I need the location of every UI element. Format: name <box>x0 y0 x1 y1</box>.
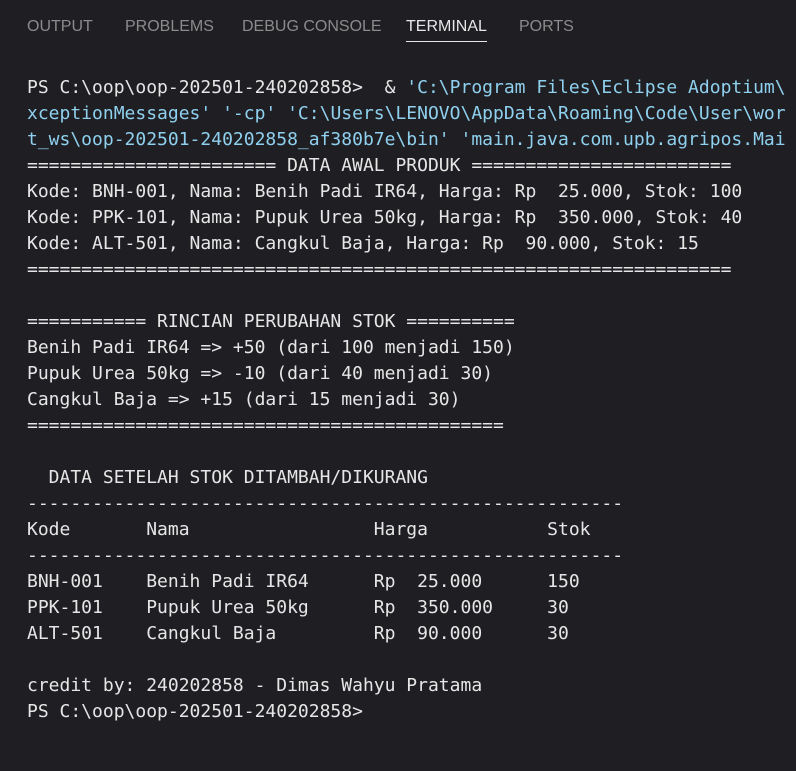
panel-tab-bar: OUTPUT PROBLEMS DEBUG CONSOLE TERMINAL P… <box>0 0 796 54</box>
output-line: BNH-001 Benih Padi IR64 Rp 25.000 150 <box>27 571 580 592</box>
command-line-1: PS C:\oop\oop-202501-240202858> & 'C:\Pr… <box>27 75 786 101</box>
prompt-line[interactable]: PS C:\oop\oop-202501-240202858> <box>27 699 363 725</box>
output-line: Cangkul Baja => +15 (dari 15 menjadi 30) <box>27 389 461 410</box>
call-operator: & <box>373 77 407 98</box>
output-line: ========================================… <box>27 415 504 436</box>
command-line-3: t_ws\oop-202501-240202858_af380b7e\bin' … <box>27 129 786 150</box>
java-path-string: 'C:\Program Files\Eclipse Adoptium\ <box>406 77 786 98</box>
classpath-flag: '-cp' <box>211 103 288 124</box>
tab-terminal[interactable]: TERMINAL <box>406 17 487 42</box>
output-line: Kode: PPK-101, Nama: Pupuk Urea 50kg, Ha… <box>27 207 743 228</box>
output-line: Kode: ALT-501, Nama: Cangkul Baja, Harga… <box>27 233 699 254</box>
prompt-text: PS C:\oop\oop-202501-240202858> <box>27 77 374 98</box>
tab-debug-console[interactable]: DEBUG CONSOLE <box>242 17 382 37</box>
classpath-string: 'C:\Users\LENOVO\AppData\Roaming\Code\Us… <box>287 103 786 124</box>
output-line: Pupuk Urea 50kg => -10 (dari 40 menjadi … <box>27 363 493 384</box>
output-line: Kode Nama Harga Stok <box>27 519 591 540</box>
credit-line: credit by: 240202858 - Dimas Wahyu Prata… <box>27 675 483 696</box>
output-line: ======================= DATA AWAL PRODUK… <box>27 155 732 176</box>
command-line-2: xceptionMessages' '-cp' 'C:\Users\LENOVO… <box>27 101 786 127</box>
output-line: ALT-501 Cangkul Baja Rp 90.000 30 <box>27 623 569 644</box>
tab-output[interactable]: OUTPUT <box>27 17 93 37</box>
output-line: =========== RINCIAN PERUBAHAN STOK =====… <box>27 311 515 332</box>
output-line: DATA SETELAH STOK DITAMBAH/DIKURANG <box>27 467 428 488</box>
output-line: PPK-101 Pupuk Urea 50kg Rp 350.000 30 <box>27 597 569 618</box>
tab-problems[interactable]: PROBLEMS <box>125 17 214 37</box>
output-line: Benih Padi IR64 => +50 (dari 100 menjadi… <box>27 337 515 358</box>
output-line: ----------------------------------------… <box>27 493 624 514</box>
output-line: Kode: BNH-001, Nama: Benih Padi IR64, Ha… <box>27 181 743 202</box>
jvm-option-string: xceptionMessages' <box>27 103 212 124</box>
output-line: ----------------------------------------… <box>27 545 624 566</box>
output-line: ========================================… <box>27 259 732 280</box>
active-tab-indicator <box>406 41 487 42</box>
terminal-output[interactable]: PS C:\oop\oop-202501-240202858> & 'C:\Pr… <box>27 75 796 771</box>
tab-terminal-label: TERMINAL <box>406 18 487 35</box>
tab-ports[interactable]: PORTS <box>519 17 574 37</box>
